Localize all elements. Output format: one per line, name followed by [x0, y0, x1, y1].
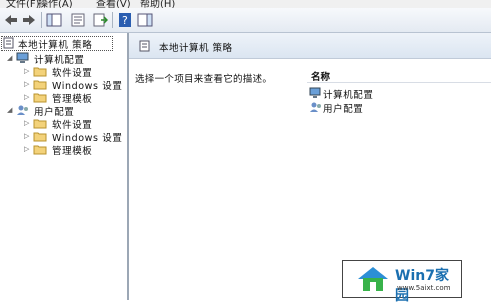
export-list-icon[interactable]	[92, 12, 108, 28]
watermark-url: www.5aixt.com	[397, 284, 451, 292]
properties-icon[interactable]	[70, 12, 86, 28]
policy-document-icon	[3, 37, 15, 52]
computer-icon	[309, 87, 322, 102]
svg-text:?: ?	[122, 14, 128, 27]
house-logo-icon	[355, 265, 391, 296]
collapse-arrow-icon[interactable]: ◢	[7, 54, 13, 62]
policy-document-icon	[139, 40, 151, 55]
forward-arrow-icon[interactable]	[21, 12, 37, 28]
tree-pane: 本地计算机 策略 ◢ 计算机配置 ▷ 软件设置 ▷ Windows 设置 ▷ 管…	[0, 33, 129, 300]
menu-bar: 文件(F) 操作(A) 查看(V) 帮助(H)	[0, 0, 491, 8]
column-header-name[interactable]: 名称	[307, 67, 491, 83]
expand-arrow-icon[interactable]: ▷	[24, 93, 30, 101]
tree-root[interactable]: 本地计算机 策略	[1, 36, 113, 52]
site-watermark: Win7家园 www.5aixt.com	[342, 260, 462, 304]
help-icon[interactable]: ?	[117, 12, 133, 28]
menu-action[interactable]: 操作(A)	[38, 0, 73, 8]
computer-icon	[16, 52, 30, 67]
users-icon	[309, 101, 322, 116]
menu-help[interactable]: 帮助(H)	[140, 0, 175, 8]
menu-view[interactable]: 查看(V)	[96, 0, 131, 8]
folder-icon	[33, 143, 47, 158]
pane-title: 本地计算机 策略	[159, 43, 233, 54]
expand-arrow-icon[interactable]: ▷	[24, 145, 30, 153]
back-arrow-icon[interactable]	[3, 12, 19, 28]
show-tree-icon[interactable]	[46, 12, 62, 28]
expand-arrow-icon[interactable]: ▷	[24, 119, 30, 127]
expand-arrow-icon[interactable]: ▷	[24, 80, 30, 88]
expand-arrow-icon[interactable]: ▷	[24, 67, 30, 75]
toolbar-separator	[41, 12, 42, 28]
collapse-arrow-icon[interactable]: ◢	[7, 106, 13, 114]
toolbar-separator	[112, 12, 113, 28]
users-icon	[16, 104, 30, 119]
pane-header: 本地计算机 策略	[129, 33, 491, 59]
expand-arrow-icon[interactable]: ▷	[24, 132, 30, 140]
toolbar: ?	[0, 8, 491, 33]
description-text: 选择一个项目来查看它的描述。	[135, 74, 273, 85]
menu-file[interactable]: 文件(F)	[6, 0, 40, 8]
show-action-pane-icon[interactable]	[137, 12, 153, 28]
